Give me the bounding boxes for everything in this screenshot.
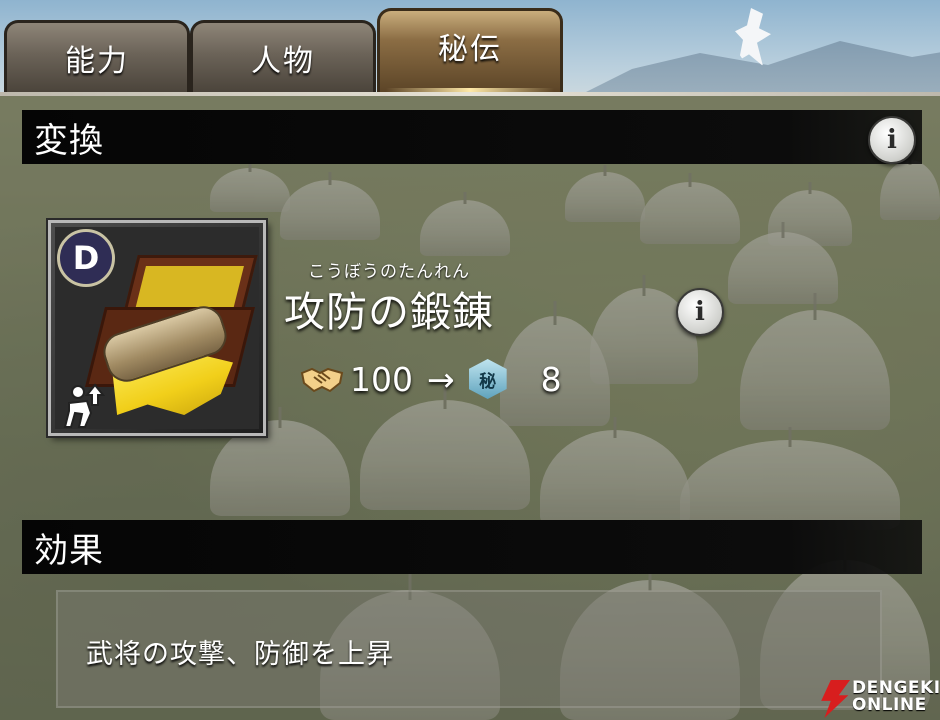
section-title: 効果: [34, 530, 104, 571]
effect-description: 武将の攻撃、防御を上昇: [86, 639, 394, 670]
stat-up-icon: [63, 383, 105, 428]
info-glyph: i: [887, 125, 897, 155]
info-icon[interactable]: i: [868, 116, 916, 164]
secret-icon: 秘: [468, 359, 507, 399]
item-card[interactable]: D: [48, 220, 266, 436]
tab-label: 秘伝: [438, 31, 502, 67]
tab-character[interactable]: 人物: [190, 20, 376, 92]
info-glyph: i: [695, 297, 705, 327]
conversion-section-header: 変換: [22, 110, 922, 164]
tab-label: 人物: [251, 43, 315, 79]
effect-section-header: 効果: [22, 520, 922, 574]
logo-text-bottom: ONLINE: [852, 695, 927, 715]
lightning-icon: [821, 680, 850, 718]
rank-badge: D: [57, 229, 115, 287]
conversion-row: 100 → 秘 8: [300, 355, 562, 403]
rank-letter: D: [72, 239, 100, 277]
tab-label: 能力: [65, 43, 129, 79]
effect-description-box: 武将の攻撃、防御を上昇: [56, 590, 882, 708]
section-title: 変換: [34, 120, 104, 161]
cost-value: 100: [350, 359, 413, 399]
secret-icon-label: 秘: [479, 371, 497, 392]
info-icon[interactable]: i: [676, 288, 724, 336]
dengeki-online-logo: DENGEKI ONLINE: [818, 678, 940, 720]
skill-name: 攻防の鍛錬: [284, 288, 494, 336]
tab-ability[interactable]: 能力: [4, 20, 190, 92]
handshake-icon: [300, 367, 344, 393]
tab-bar: 能力 人物 秘伝: [0, 0, 940, 100]
conversion-arrow: →: [427, 359, 455, 399]
result-value: 8: [540, 359, 562, 399]
tab-secret[interactable]: 秘伝: [377, 8, 563, 94]
